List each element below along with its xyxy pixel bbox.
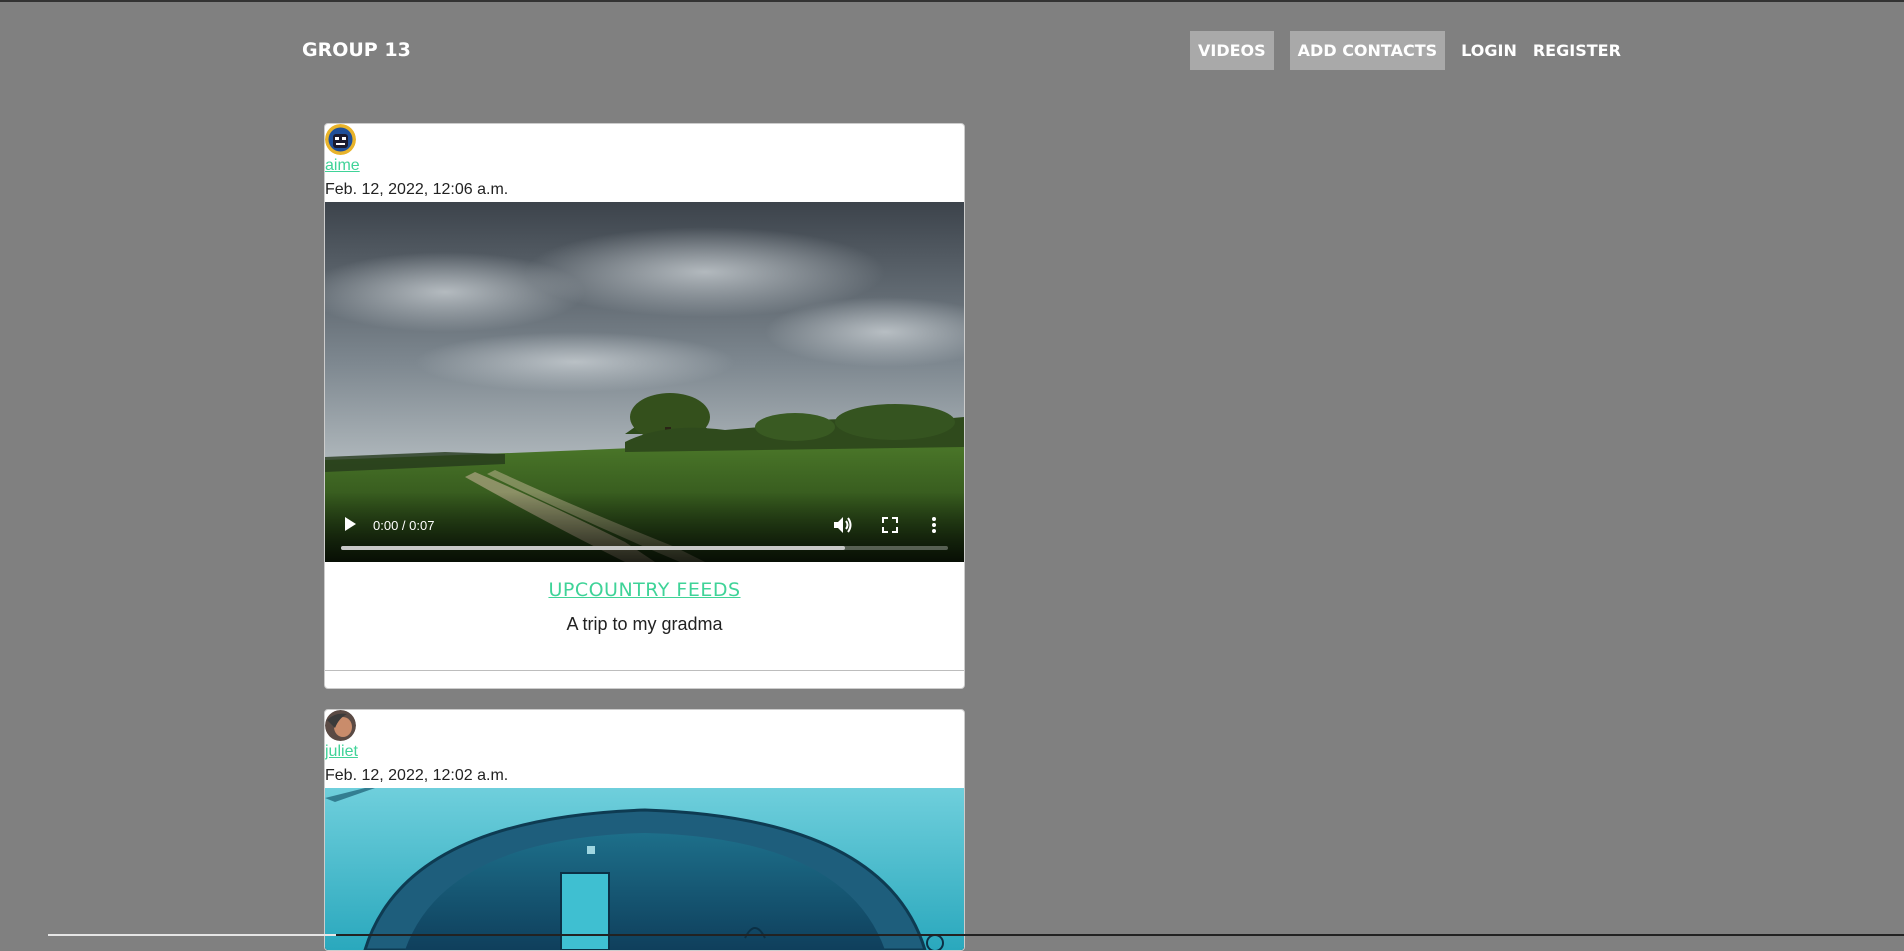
fullscreen-icon[interactable] [881,516,899,534]
nav-login[interactable]: LOGIN [1461,31,1517,70]
avatar-image [325,124,356,155]
video-controls: 0:00 / 0:07 [325,492,964,562]
brand-logo[interactable]: GROUP 13 [302,39,411,61]
post-card: juliet Feb. 12, 2022, 12:02 a.m. [324,709,965,951]
avatar[interactable] [325,124,356,155]
post-username[interactable]: aime [325,157,360,175]
volume-icon[interactable] [833,516,853,534]
post-card: aime Feb. 12, 2022, 12:06 a.m. 0:00 / 0:… [324,123,965,689]
video-player[interactable] [325,788,964,950]
post-username[interactable]: juliet [325,743,358,761]
video-time: 0:00 / 0:07 [373,518,435,533]
post-timestamp: Feb. 12, 2022, 12:02 a.m. [325,767,509,784]
nav-links: VIDEOS ADD CONTACTS LOGIN REGISTER [1190,31,1621,70]
nav-register[interactable]: REGISTER [1533,31,1621,70]
video-player[interactable]: 0:00 / 0:07 [325,202,964,562]
nav-add-contacts[interactable]: ADD CONTACTS [1289,31,1446,70]
play-icon[interactable] [343,516,357,532]
navbar: GROUP 13 VIDEOS ADD CONTACTS LOGIN REGIS… [0,2,1904,102]
post-description: A trip to my gradma [566,614,723,634]
video-buffered [341,546,845,550]
video-frame-underwater [325,788,964,950]
nav-videos[interactable]: VIDEOS [1190,31,1274,70]
avatar[interactable] [325,710,356,741]
avatar-image [325,710,356,741]
divider [325,670,964,671]
post-timestamp: Feb. 12, 2022, 12:06 a.m. [325,181,509,198]
video-progress-bar[interactable] [341,546,948,550]
more-vertical-icon[interactable] [931,516,937,534]
post-title[interactable]: UPCOUNTRY FEEDS [325,579,964,601]
